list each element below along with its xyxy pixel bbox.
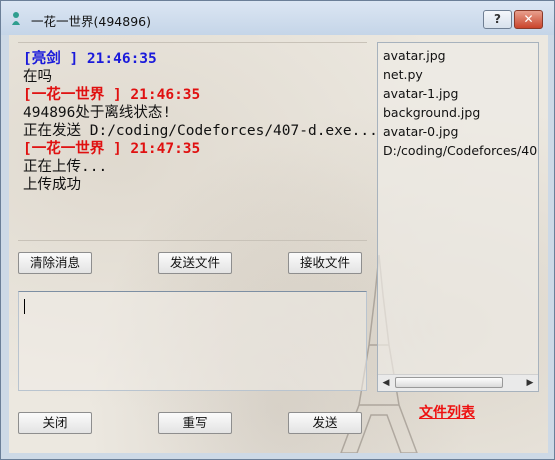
chat-sender-line: [亮剑 ] 21:46:35	[23, 51, 157, 67]
scroll-left-icon[interactable]: ◀	[380, 377, 392, 389]
chat-window: 一花一世界(494896) ? ✕ [亮剑 ] 21:46:35 在吗 [一花一…	[0, 0, 555, 460]
chat-bottom-border	[18, 240, 367, 241]
chat-top-border	[18, 42, 367, 43]
file-list-item[interactable]: avatar-1.jpg	[383, 86, 458, 101]
chat-message-line: 正在上传...	[23, 159, 108, 175]
chat-history[interactable]: [亮剑 ] 21:46:35 在吗 [一花一世界 ] 21:46:35 4948…	[18, 42, 378, 240]
file-list-item[interactable]: background.jpg	[383, 105, 480, 120]
send-button[interactable]: 发送	[288, 412, 362, 434]
chat-sender-line: [一花一世界 ] 21:46:35	[23, 87, 201, 103]
chat-sender-line: [一花一世界 ] 21:47:35	[23, 141, 201, 157]
close-window-button[interactable]: ✕	[514, 10, 543, 29]
client-area: [亮剑 ] 21:46:35 在吗 [一花一世界 ] 21:46:35 4948…	[9, 35, 548, 453]
clear-messages-button[interactable]: 清除消息	[18, 252, 92, 274]
file-list-label[interactable]: 文件列表	[419, 402, 475, 422]
file-list-item[interactable]: net.py	[383, 67, 423, 82]
message-input[interactable]	[18, 291, 367, 391]
scrollbar-thumb[interactable]	[395, 377, 503, 388]
file-list[interactable]: avatar.jpg net.py avatar-1.jpg backgroun…	[377, 42, 539, 392]
text-caret	[24, 299, 25, 314]
rewrite-button[interactable]: 重写	[158, 412, 232, 434]
close-button[interactable]: 关闭	[18, 412, 92, 434]
chat-message-line: 在吗	[23, 69, 52, 85]
horizontal-scrollbar[interactable]: ◀ ▶	[378, 374, 538, 391]
chat-message-line: 上传成功	[23, 177, 81, 193]
receive-file-button[interactable]: 接收文件	[288, 252, 362, 274]
title-bar: 一花一世界(494896) ? ✕	[1, 1, 554, 35]
app-icon	[12, 12, 20, 25]
scroll-right-icon[interactable]: ▶	[524, 377, 536, 389]
chat-message-line: 494896处于离线状态!	[23, 105, 172, 121]
send-file-button[interactable]: 发送文件	[158, 252, 232, 274]
file-list-item[interactable]: avatar.jpg	[383, 48, 446, 63]
file-list-item[interactable]: D:/coding/Codeforces/407	[383, 143, 538, 158]
window-title: 一花一世界(494896)	[31, 14, 151, 29]
help-button[interactable]: ?	[483, 10, 512, 29]
file-list-item[interactable]: avatar-0.jpg	[383, 124, 458, 139]
chat-message-line: 正在发送 D:/coding/Codeforces/407-d.exe...	[23, 123, 378, 139]
